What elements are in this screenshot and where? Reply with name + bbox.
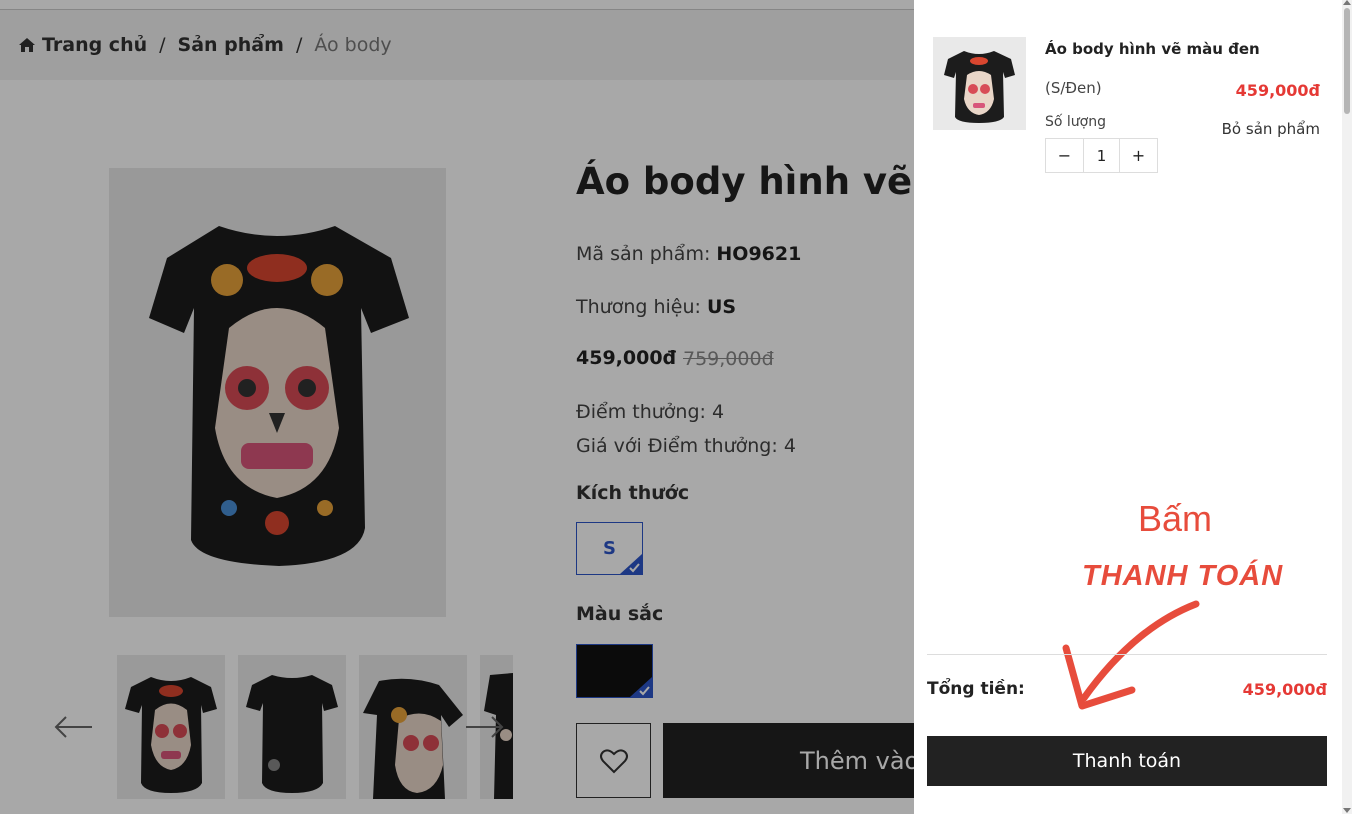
annotation-press-text: Bấm bbox=[1138, 498, 1213, 539]
tshirt-cart-image bbox=[944, 51, 1015, 123]
cart-footer-divider bbox=[927, 654, 1327, 655]
quantity-stepper: − 1 + bbox=[1045, 138, 1158, 173]
scroll-down-arrow-icon[interactable] bbox=[1343, 808, 1351, 813]
scrollbar-thumb[interactable] bbox=[1344, 8, 1350, 114]
remove-item-link[interactable]: Bỏ sản phẩm bbox=[1222, 120, 1320, 138]
drawer-scrollbar[interactable] bbox=[1342, 0, 1352, 814]
cart-drawer: Áo body hình vẽ màu đen (S/Đen) 459,000đ… bbox=[914, 0, 1352, 814]
page-dim-overlay[interactable] bbox=[0, 0, 914, 814]
cart-total-label: Tổng tiền: bbox=[927, 679, 1025, 699]
cart-total-value: 459,000đ bbox=[1242, 680, 1327, 699]
annotation-checkout-text: THANH TOÁN bbox=[1082, 560, 1284, 592]
annotation-arrow-icon bbox=[1062, 600, 1200, 710]
cart-item-variant: (S/Đen) bbox=[1045, 79, 1102, 97]
quantity-input[interactable]: 1 bbox=[1083, 139, 1120, 172]
cart-item-price: 459,000đ bbox=[1235, 81, 1320, 100]
quantity-increase-button[interactable]: + bbox=[1120, 139, 1157, 172]
scroll-up-arrow-icon[interactable] bbox=[1343, 0, 1351, 5]
cart-item-image bbox=[933, 37, 1026, 130]
cart-item-name[interactable]: Áo body hình vẽ màu đen bbox=[1045, 40, 1260, 58]
quantity-label: Số lượng bbox=[1045, 114, 1106, 130]
quantity-decrease-button[interactable]: − bbox=[1046, 139, 1083, 172]
checkout-button[interactable]: Thanh toán bbox=[927, 736, 1327, 786]
